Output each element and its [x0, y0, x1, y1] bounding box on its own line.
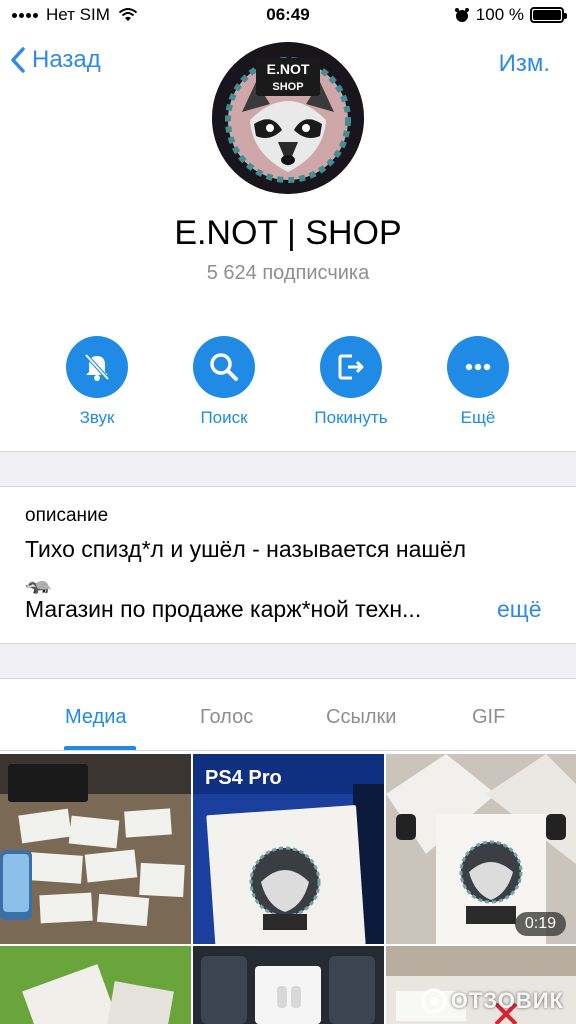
subscriber-count: 5 624 подписчика [206, 262, 370, 284]
watermark-logo-icon [421, 988, 447, 1014]
edit-button[interactable]: Изм. [499, 50, 550, 78]
battery-percent: 100 % [475, 5, 524, 24]
media-thumbnail[interactable] [0, 754, 191, 944]
leave-icon [338, 354, 364, 380]
chevron-left-icon [11, 47, 25, 73]
watermark-text: ОТЗОВИК [450, 988, 564, 1013]
section-separator [0, 451, 576, 487]
tab-links[interactable]: Ссылки [326, 706, 396, 729]
action-bar: Звук Поиск Покинуть Ещё [0, 336, 576, 436]
mute-button[interactable]: Звук [42, 336, 152, 428]
leave-button[interactable]: Покинуть [296, 336, 406, 428]
tab-media[interactable]: Медиа [65, 706, 127, 729]
iphone-airpods-photo [193, 946, 384, 1024]
description-label: описание [25, 505, 109, 526]
media-thumbnail-video[interactable]: 0:19 [386, 754, 576, 944]
badger-emoji: 🦡 [25, 570, 53, 595]
logo-text-line1: E.NOT [267, 61, 310, 77]
back-button[interactable]: Назад [10, 46, 101, 74]
media-thumbnail[interactable]: PS4 Pro [193, 754, 384, 944]
tabs-divider [0, 750, 576, 751]
logo-text-line2: SHOP [272, 81, 303, 93]
channel-avatar[interactable]: E.NOT SHOP [212, 42, 364, 194]
mute-label: Звук [79, 408, 115, 427]
back-label: Назад [32, 46, 101, 73]
alarm-icon [454, 8, 469, 22]
search-label: Поиск [200, 408, 248, 427]
media-thumbnail[interactable] [193, 946, 384, 1024]
leave-label: Покинуть [314, 408, 388, 427]
ps4-label: PS4 Pro [205, 767, 282, 789]
more-button[interactable]: Ещё [423, 336, 533, 428]
watermark: ОТЗОВИК [421, 988, 564, 1014]
section-separator [0, 643, 576, 679]
channel-name: E.NOT | SHOP [174, 214, 402, 252]
more-icon [465, 363, 491, 371]
cards-photo [0, 754, 191, 944]
phones-grass-photo [0, 946, 191, 1024]
search-button[interactable]: Поиск [169, 336, 279, 428]
ps4-photo: PS4 Pro [193, 754, 384, 944]
raccoon-logo: E.NOT SHOP [212, 42, 364, 194]
video-duration-badge: 0:19 [514, 912, 566, 936]
description-line2: Магазин по продаже карж*ной техн... [25, 596, 422, 622]
battery-info: 100 % [454, 5, 567, 25]
more-label: Ещё [460, 408, 496, 427]
media-thumbnail[interactable] [0, 946, 191, 1024]
media-tabs: Медиа Голос Ссылки GIF [0, 690, 576, 752]
battery-icon [530, 7, 567, 23]
status-bar: Нет SIM 06:49 100 % [0, 0, 576, 30]
tab-voice[interactable]: Голос [200, 706, 253, 729]
media-thumbnail[interactable]: ОТЗОВИК [386, 946, 576, 1024]
tab-gif[interactable]: GIF [472, 706, 505, 729]
bell-slash-icon [84, 353, 110, 381]
description-line1: Тихо спизд*л и ушёл - называется нашёл [25, 536, 467, 562]
search-icon [210, 353, 238, 381]
show-more-link[interactable]: ещё [497, 596, 542, 623]
